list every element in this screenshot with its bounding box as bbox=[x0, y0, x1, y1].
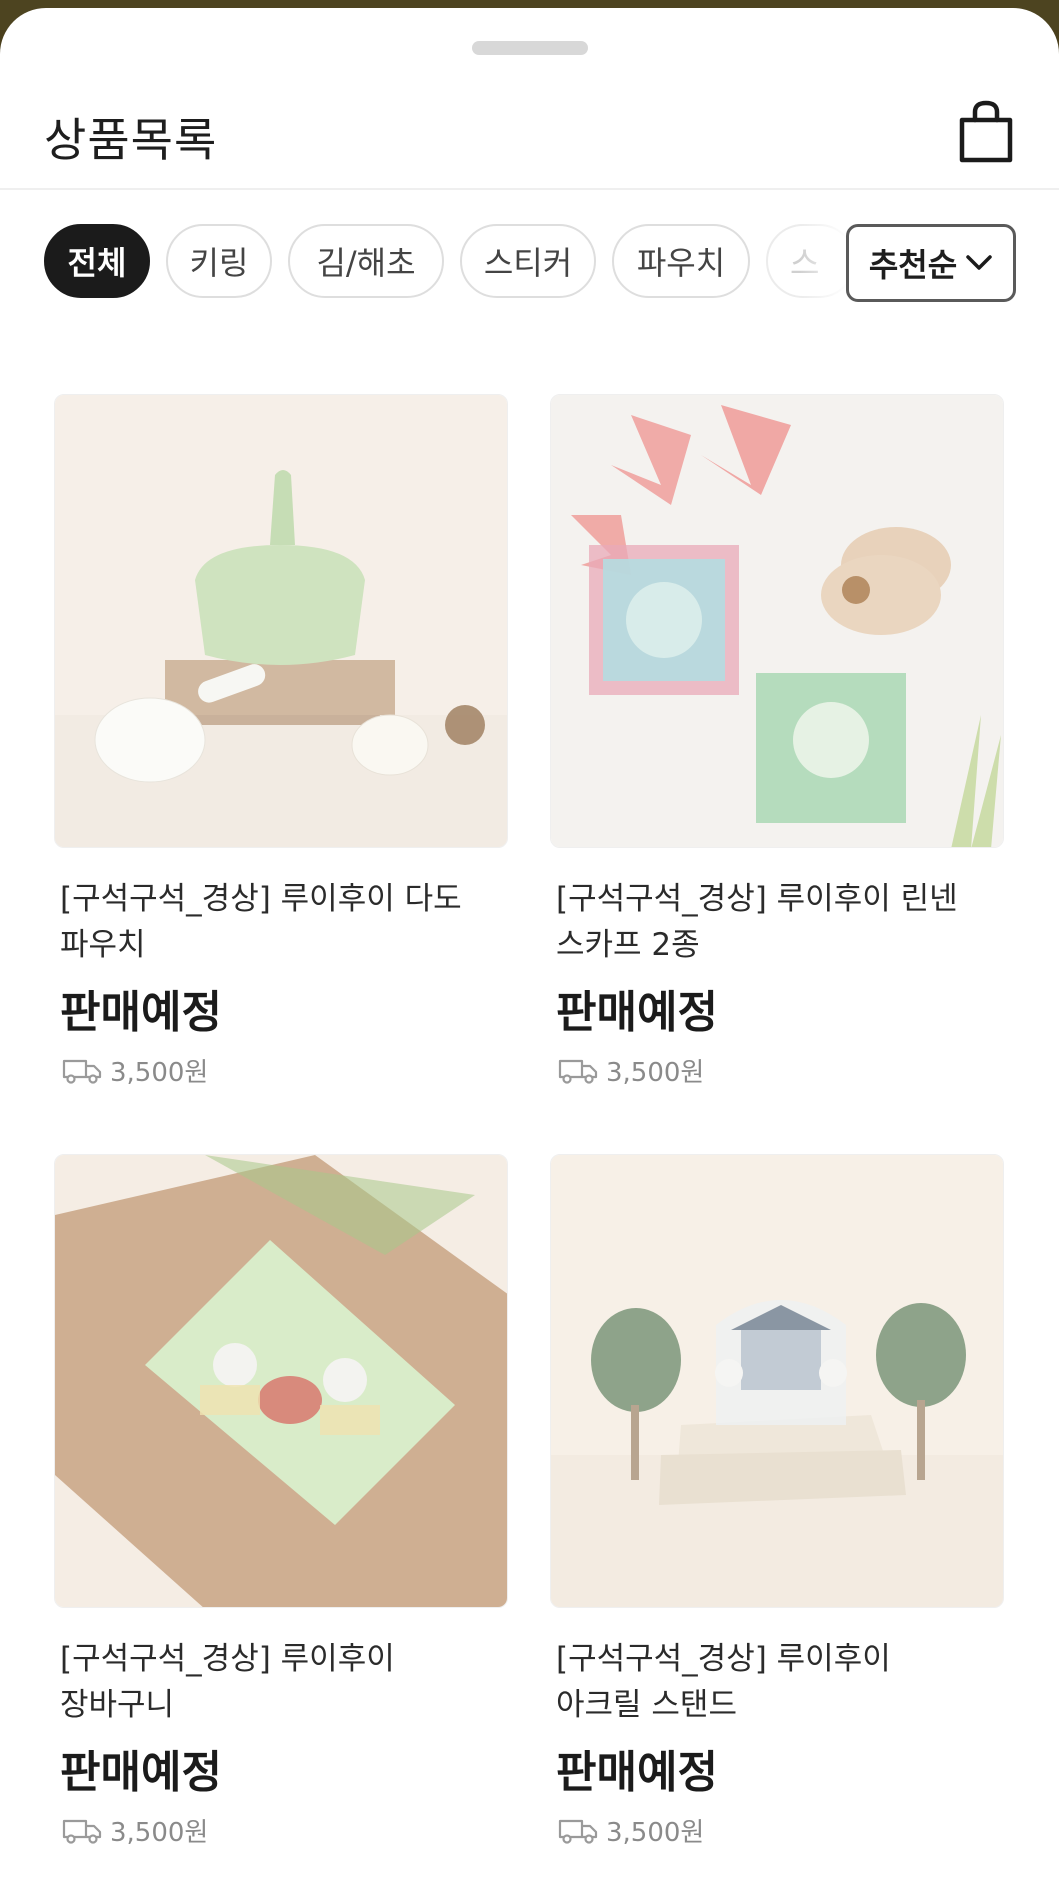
scroll-fade bbox=[800, 220, 850, 304]
truck-icon bbox=[558, 1819, 598, 1844]
header: 상품목록 bbox=[0, 78, 1059, 190]
shipping-info: 3,500원 bbox=[62, 1052, 208, 1089]
shipping-fee: 3,500원 bbox=[606, 1058, 705, 1088]
truck-icon bbox=[62, 1819, 102, 1844]
bottom-sheet: 상품목록 전체 키링 김/해초 스티커 파우치 스 추천순 bbox=[0, 8, 1059, 1889]
filter-chip-all[interactable]: 전체 bbox=[44, 224, 150, 298]
product-name[interactable]: [구석구석_경상] 루이후이 린넨 스카프 2종 bbox=[556, 876, 976, 968]
page-title: 상품목록 bbox=[44, 113, 218, 167]
filter-chip-sticker[interactable]: 스티커 bbox=[460, 224, 596, 298]
filter-chip-seaweed[interactable]: 김/해초 bbox=[288, 224, 444, 298]
product-name[interactable]: [구석구석_경상] 루이후이 아크릴 스탠드 bbox=[556, 1636, 976, 1728]
chevron-down-icon bbox=[966, 255, 992, 270]
product-status: 판매예정 bbox=[556, 987, 718, 1038]
product-name[interactable]: [구석구석_경상] 루이후이 다도 파우치 bbox=[60, 876, 480, 968]
product-status: 판매예정 bbox=[60, 987, 222, 1038]
filter-chip-keyring[interactable]: 키링 bbox=[166, 224, 272, 298]
product-image[interactable] bbox=[54, 394, 508, 848]
sort-label: 추천순 bbox=[868, 246, 958, 284]
product-status: 판매예정 bbox=[556, 1747, 718, 1798]
shipping-info: 3,500원 bbox=[62, 1812, 208, 1849]
truck-icon bbox=[558, 1059, 598, 1084]
product-image[interactable] bbox=[54, 1154, 508, 1608]
truck-icon bbox=[62, 1059, 102, 1084]
category-filter-bar: 전체 키링 김/해초 스티커 파우치 스 추천순 bbox=[0, 220, 1059, 308]
shipping-fee: 3,500원 bbox=[110, 1818, 209, 1848]
shipping-info: 3,500원 bbox=[558, 1052, 704, 1089]
sort-dropdown[interactable]: 추천순 bbox=[846, 224, 1016, 302]
product-image[interactable] bbox=[550, 394, 1004, 848]
filter-chip-label: 전체 bbox=[67, 244, 127, 282]
filter-chip-label: 파우치 bbox=[636, 244, 726, 282]
shopping-bag-icon bbox=[959, 100, 1013, 163]
filter-chip-label: 키링 bbox=[189, 244, 249, 282]
product-name[interactable]: [구석구석_경상] 루이후이 장바구니 bbox=[60, 1636, 480, 1728]
filter-chip-label: 김/해초 bbox=[316, 244, 416, 282]
product-status: 판매예정 bbox=[60, 1747, 222, 1798]
shipping-fee: 3,500원 bbox=[606, 1818, 705, 1848]
shipping-info: 3,500원 bbox=[558, 1812, 704, 1849]
product-image[interactable] bbox=[550, 1154, 1004, 1608]
filter-chip-label: 스티커 bbox=[483, 244, 573, 282]
cart-button[interactable] bbox=[956, 100, 1016, 164]
filter-chip-pouch[interactable]: 파우치 bbox=[612, 224, 750, 298]
shipping-fee: 3,500원 bbox=[110, 1058, 209, 1088]
drag-handle[interactable] bbox=[472, 41, 588, 55]
